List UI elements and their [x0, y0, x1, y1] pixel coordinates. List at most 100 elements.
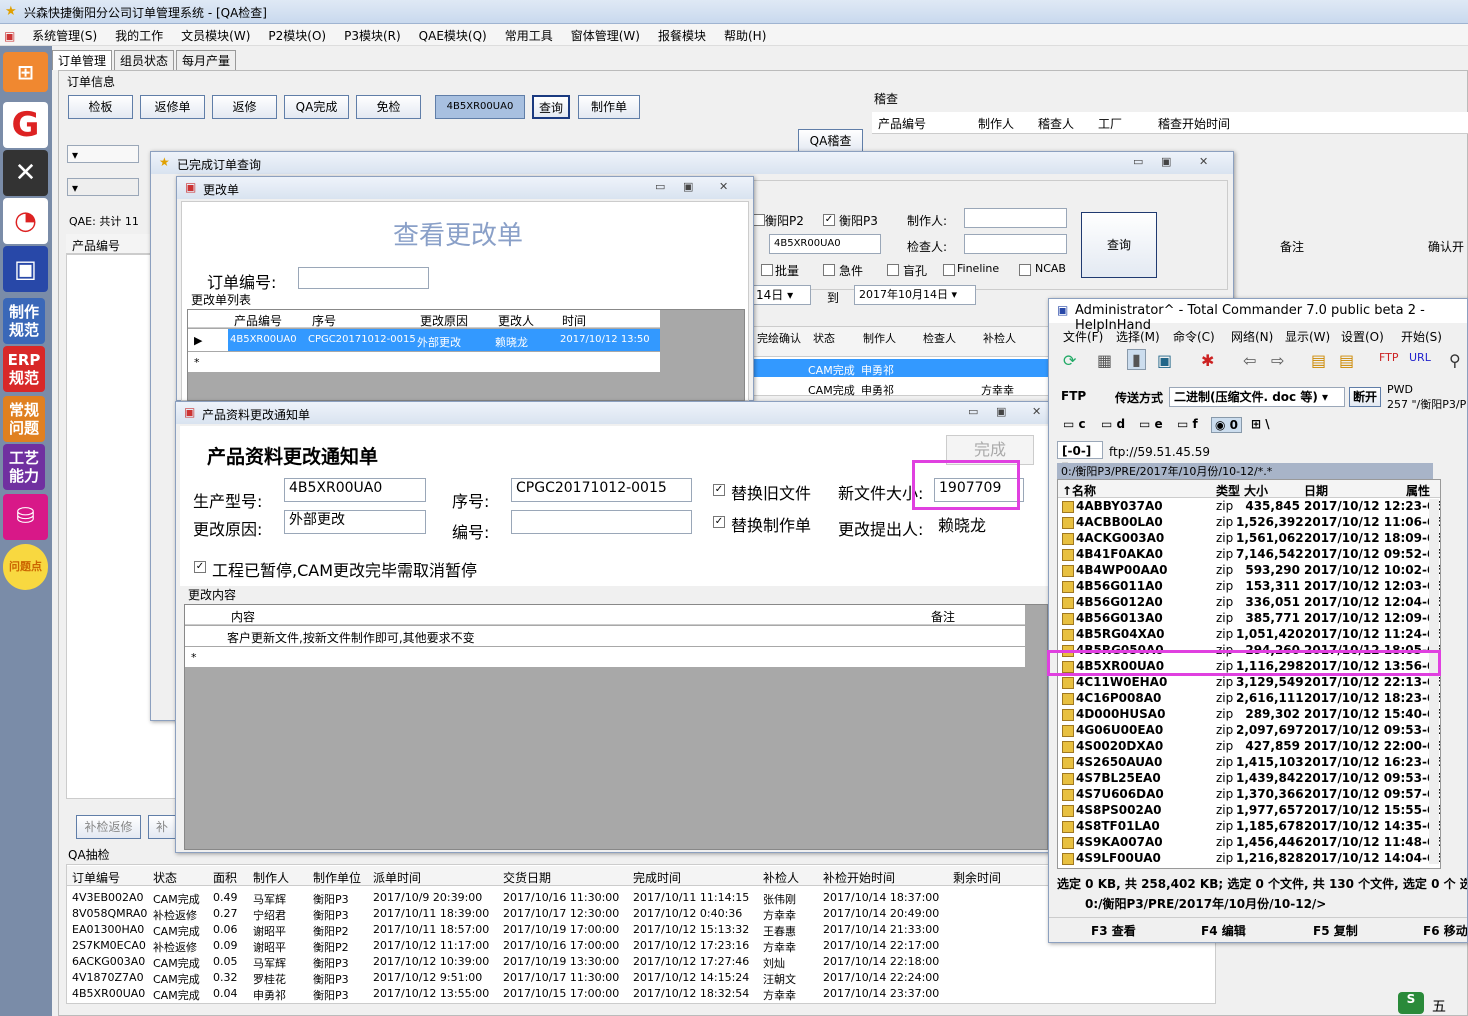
file-row[interactable]: 4ABBY037A0 zip 435,845 2017/10/12 12:23-66(: [1058, 499, 1440, 515]
menu-item[interactable]: 帮助(H): [715, 24, 775, 47]
content-row[interactable]: 客户更新文件,按新文件制作即可,其他要求不变: [185, 626, 1025, 646]
file-row[interactable]: 4S2650AUA0 zip 1,415,103 2017/10/12 16:23-6…: [1058, 755, 1440, 771]
sidebar-item-faq[interactable]: 常规问题: [3, 396, 45, 442]
qa-table-row[interactable]: EA01300HA0 CAM完成 0.06 谢昭平 衡阳P2 2017/10/11 18:…: [67, 921, 1215, 938]
chart-icon[interactable]: ◔: [3, 198, 48, 244]
transfer-mode-select[interactable]: 二进制(压缩文件. doc 等) ▾: [1169, 387, 1345, 407]
rework-button[interactable]: 返修: [212, 95, 277, 119]
file-row[interactable]: 4C11W0EHA0 zip 3,129,549 2017/10/12 22:13-6…: [1058, 675, 1440, 691]
file-scrollbar[interactable]: [1429, 499, 1439, 864]
file-row[interactable]: 4B56G011A0 zip 153,311 2017/10/12 12:03-66(: [1058, 579, 1440, 595]
tree-icon[interactable]: ▮: [1127, 349, 1146, 370]
replace-old-checkbox[interactable]: ✓: [713, 484, 725, 496]
minimize-icon[interactable]: ▭: [968, 405, 978, 418]
paused-checkbox[interactable]: ✓: [194, 561, 206, 573]
file-row[interactable]: 4B41F0AKA0 zip 7,146,542 2017/10/12 09:52-6…: [1058, 547, 1440, 563]
menu-item[interactable]: 窗体管理(W): [562, 24, 649, 47]
menu-item[interactable]: P2模块(O): [259, 24, 335, 47]
opt-ncab-checkbox[interactable]: [1019, 264, 1031, 276]
qa-done-button[interactable]: QA完成: [284, 95, 349, 119]
tc-menu-item[interactable]: 开始(S): [1401, 328, 1442, 345]
replace-job-checkbox[interactable]: ✓: [713, 516, 725, 528]
recheck-rework-button[interactable]: 补检返修: [76, 815, 141, 839]
file-row[interactable]: 4G06U00EA0 zip 2,097,697 2017/10/12 09:53-6…: [1058, 723, 1440, 739]
close-icon[interactable]: ✕: [1032, 405, 1041, 418]
menu-item[interactable]: 常用工具: [496, 24, 562, 47]
filter-dropdown[interactable]: ▾: [67, 145, 139, 163]
invert-icon[interactable]: ✱: [1201, 351, 1214, 370]
content-row-new[interactable]: *: [185, 647, 1025, 667]
completed-row-selected[interactable]: CAM完成 申勇祁: [751, 359, 1051, 377]
date-from-picker[interactable]: 14日 ▾: [751, 285, 811, 305]
drive-c[interactable]: ▭ c: [1063, 417, 1086, 431]
opt-fineline-checkbox[interactable]: [943, 264, 955, 276]
file-row[interactable]: 4B5RG04XA0 zip 1,051,420 2017/10/12 11:24-6…: [1058, 627, 1440, 643]
opt-urgent-checkbox[interactable]: [823, 264, 835, 276]
make-order-button[interactable]: 制作单: [578, 95, 640, 119]
file-row[interactable]: 4S8TF01LA0 zip 1,185,678 2017/10/12 14:35-6…: [1058, 819, 1440, 835]
url-icon[interactable]: URL: [1409, 351, 1431, 364]
tray-ime-icon[interactable]: S: [1398, 992, 1424, 1014]
tc-menu-item[interactable]: 选择(M): [1116, 328, 1160, 345]
qa-table-row[interactable]: 6ACKG003A0 CAM完成 0.05 马军辉 衡阳P3 2017/10/12 10:…: [67, 953, 1215, 970]
find-icon[interactable]: ⚲: [1449, 351, 1461, 370]
menu-item[interactable]: 系统管理(S): [23, 24, 106, 47]
tab-order[interactable]: 订单管理: [52, 50, 113, 70]
refresh-icon[interactable]: ⟳: [1063, 351, 1076, 370]
sidebar-item-process[interactable]: 工艺能力: [3, 444, 45, 490]
file-row[interactable]: 4S7BL25EA0 zip 1,439,842 2017/10/12 09:53-6…: [1058, 771, 1440, 787]
file-row[interactable]: 4B56G012A0 zip 336,051 2017/10/12 12:04-66(: [1058, 595, 1440, 611]
forward-icon[interactable]: ⇨: [1271, 351, 1284, 370]
checker-input[interactable]: [964, 234, 1067, 254]
tools-icon[interactable]: ✕: [3, 150, 48, 196]
maximize-icon[interactable]: ▣: [683, 180, 693, 193]
tc-menu-item[interactable]: 文件(F): [1063, 328, 1103, 345]
order-number-input[interactable]: [298, 267, 429, 289]
menu-item[interactable]: 文员模块(W): [172, 24, 259, 47]
g-logo-icon[interactable]: G: [3, 102, 48, 148]
sidebar-item-spec[interactable]: 制作规范: [3, 298, 45, 344]
file-row[interactable]: 4B4WP00AA0 zip 593,290 2017/10/12 10:02-66(: [1058, 563, 1440, 579]
unpack-icon[interactable]: ▤: [1339, 351, 1354, 370]
model-input[interactable]: 4B5XR00UA0: [284, 478, 426, 502]
inspect-button[interactable]: 检板: [68, 95, 133, 119]
close-icon[interactable]: ✕: [719, 180, 728, 193]
disconnect-button[interactable]: 断开: [1349, 387, 1381, 407]
maximize-icon[interactable]: ▣: [996, 405, 1006, 418]
f6-move-button[interactable]: F6 移动: [1423, 922, 1467, 939]
menu-item[interactable]: 我的工作: [106, 24, 172, 47]
f4-edit-button[interactable]: F4 编辑: [1201, 922, 1246, 939]
rework-order-button[interactable]: 返修单: [140, 95, 205, 119]
filter-dropdown-2[interactable]: ▾: [67, 178, 139, 196]
drive-ftp[interactable]: ◉ 0: [1211, 417, 1243, 433]
sidebar-item-erp[interactable]: ERP规范: [3, 346, 45, 392]
file-row[interactable]: 4ACKG003A0 zip 1,561,062 2017/10/12 18:09-6…: [1058, 531, 1440, 547]
recheck-button[interactable]: 补: [148, 815, 176, 839]
f3-view-button[interactable]: F3 查看: [1091, 922, 1136, 939]
opt-batch-checkbox[interactable]: [761, 264, 773, 276]
ftp-icon[interactable]: FTP: [1379, 351, 1399, 364]
tc-menu-item[interactable]: 命令(C): [1173, 328, 1215, 345]
change-row-new[interactable]: *: [188, 352, 660, 372]
completed-pn-input[interactable]: 4B5XR00UA0: [769, 234, 881, 254]
grid-icon[interactable]: ⊞: [3, 52, 48, 92]
file-row[interactable]: 4S9LF00UA0 zip 1,216,828 2017/10/12 14:04-6…: [1058, 851, 1440, 867]
drive-f[interactable]: ▭ f: [1177, 417, 1198, 431]
qa-table-row[interactable]: 4V3EB002A0 CAM完成 0.49 马军辉 衡阳P3 2017/10/9 20:3…: [67, 889, 1215, 906]
query-button[interactable]: 查询: [532, 95, 570, 119]
p3-checkbox[interactable]: ✓: [823, 214, 835, 226]
db-icon[interactable]: ⛁: [3, 494, 48, 540]
minimize-icon[interactable]: ▭: [1133, 155, 1143, 168]
close-icon[interactable]: ✕: [1199, 155, 1208, 168]
drive-d[interactable]: ▭ d: [1101, 417, 1125, 431]
file-row[interactable]: 4C16P008A0 zip 2,616,111 2017/10/12 18:23-6…: [1058, 691, 1440, 707]
file-row[interactable]: 4ACBB00LA0 zip 1,526,392 2017/10/12 11:06-6…: [1058, 515, 1440, 531]
drive-network[interactable]: ⊞ \: [1251, 417, 1270, 431]
qa-table-row[interactable]: 4V1870Z7A0 CAM完成 0.32 罗桂花 衡阳P3 2017/10/12 9:5…: [67, 969, 1215, 986]
file-row[interactable]: 4S0020DXA0 zip 427,859 2017/10/12 22:00-66(: [1058, 739, 1440, 755]
pack-icon[interactable]: ▤: [1311, 351, 1326, 370]
minimize-icon[interactable]: ▭: [655, 180, 665, 193]
sidebar-item-issue[interactable]: 问题点: [3, 544, 48, 590]
change-row-selected[interactable]: ▶ 4B5XR00UA0 CPGC20171012-0015 外部更改 赖晓龙 …: [188, 329, 660, 351]
exempt-button[interactable]: 免检: [356, 95, 421, 119]
